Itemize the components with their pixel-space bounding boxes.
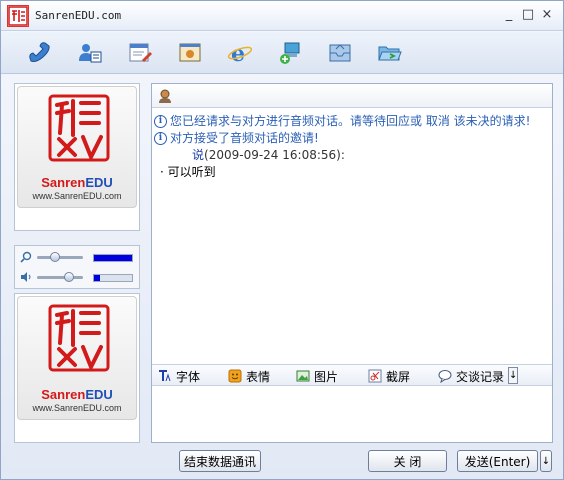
history-dropdown-button[interactable]: ↓ <box>508 367 518 384</box>
speaker-label: 说 <box>192 148 205 162</box>
remote-video-frame: SanrenEDU www.SanrenEDU.com <box>14 83 140 231</box>
video-window-icon[interactable] <box>175 39 205 67</box>
sanren-seal-icon <box>48 304 110 372</box>
image-label: 图片 <box>314 369 339 384</box>
svg-text:e: e <box>231 41 245 65</box>
mic-level-meter <box>93 254 133 262</box>
maximize-button[interactable]: □ <box>520 7 536 23</box>
scissors-icon <box>368 369 382 383</box>
history-label: 交谈记录 <box>456 369 505 384</box>
window-title: SanrenEDU.com <box>35 9 122 22</box>
sanren-seal-icon <box>48 94 110 162</box>
chat-toolbar: 字体 表情 图片 截屏 交谈记录 ↓ <box>152 364 552 386</box>
app-logo-icon <box>7 5 29 27</box>
minimize-button[interactable]: _ <box>501 7 517 23</box>
remote-video-logo: SanrenEDU www.SanrenEDU.com <box>17 86 137 208</box>
chat-log: i 您已经请求与对方进行音频对话。请等待回应或 取消 该未决的请求! i 对方接… <box>152 109 552 364</box>
brand-wordmark: SanrenEDU <box>41 387 113 402</box>
chat-header <box>152 84 552 108</box>
audio-controls <box>14 245 140 289</box>
speaker-icon <box>21 272 31 282</box>
speaker-slider-thumb[interactable] <box>64 272 74 282</box>
speech-bubble-icon <box>438 369 452 383</box>
history-button[interactable]: 交谈记录 <box>438 368 504 384</box>
browser-icon[interactable]: e <box>225 39 255 67</box>
info-icon: i <box>154 115 167 128</box>
screenshot-button[interactable]: 截屏 <box>368 368 410 384</box>
message-timestamp: (2009-09-24 16:08:56): <box>204 148 345 162</box>
mic-slider-thumb[interactable] <box>49 252 60 262</box>
screenshot-label: 截屏 <box>386 369 411 384</box>
edit-note-icon[interactable] <box>125 39 155 67</box>
brand-url: www.SanrenEDU.com <box>32 191 122 201</box>
speaker-level-meter <box>93 274 133 282</box>
chat-panel: i 您已经请求与对方进行音频对话。请等待回应或 取消 该未决的请求! i 对方接… <box>151 83 553 443</box>
info-icon: i <box>154 132 167 145</box>
brand-url: www.SanrenEDU.com <box>32 403 122 413</box>
end-data-communication-button[interactable]: 结束数据通讯 <box>179 450 261 472</box>
image-icon <box>296 369 310 383</box>
font-label: 字体 <box>176 369 201 384</box>
system-message-text: 您已经请求与对方进行音频对话。请等待回应或 取消 该未决的请求! <box>170 114 531 128</box>
add-contact-icon[interactable] <box>75 39 105 67</box>
phone-icon[interactable] <box>25 39 55 67</box>
brand-wordmark: SanrenEDU <box>41 175 113 190</box>
emoji-button[interactable]: 表情 <box>228 368 270 384</box>
font-button[interactable]: 字体 <box>158 368 200 384</box>
message-body: · 可以听到 <box>160 165 216 179</box>
system-message: i 对方接受了音频对话的邀请! <box>154 130 548 147</box>
speaker-slider-track[interactable] <box>37 276 83 279</box>
system-message: i 您已经请求与对方进行音频对话。请等待回应或 取消 该未决的请求! <box>154 113 548 130</box>
message-header: 说 (2009-09-24 16:08:56): <box>154 147 548 164</box>
network-add-icon[interactable] <box>275 39 305 67</box>
send-button[interactable]: 发送(Enter) <box>457 450 538 472</box>
smiley-icon <box>228 369 242 383</box>
send-options-button[interactable]: ↓ <box>540 450 552 472</box>
mic-slider-track[interactable] <box>37 256 83 259</box>
title-bar: SanrenEDU.com _ □ × <box>1 1 563 31</box>
image-button[interactable]: 图片 <box>296 368 338 384</box>
close-button[interactable]: 关 闭 <box>368 450 447 472</box>
system-message-text: 对方接受了音频对话的邀请! <box>170 131 319 145</box>
message-input[interactable] <box>152 387 552 442</box>
close-window-button[interactable]: × <box>539 7 555 23</box>
microphone-icon <box>20 251 32 263</box>
user-avatar-icon <box>159 89 171 103</box>
local-video-frame: SanrenEDU www.SanrenEDU.com <box>14 293 140 443</box>
emoji-label: 表情 <box>246 369 271 384</box>
open-folder-icon[interactable] <box>375 39 405 67</box>
toolbar: e <box>1 32 563 74</box>
local-video-logo: SanrenEDU www.SanrenEDU.com <box>17 296 137 420</box>
font-icon <box>158 369 172 383</box>
inbox-icon[interactable] <box>325 39 355 67</box>
chat-window: SanrenEDU.com _ □ × e SanrenEDU www.Sanr… <box>0 0 564 480</box>
